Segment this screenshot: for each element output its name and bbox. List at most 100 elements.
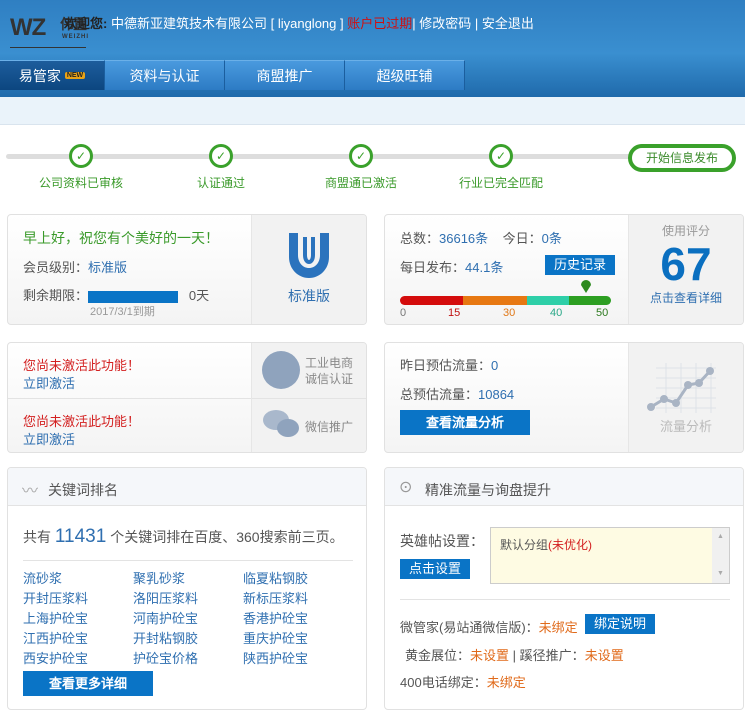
tab-label: 资料与认证	[129, 67, 200, 84]
gold-status[interactable]: 未设置	[470, 648, 509, 663]
scale-tick: 40	[550, 307, 563, 319]
main-nav: 易管家 NEW 资料与认证 商盟推广 超级旺铺	[0, 60, 465, 90]
traffic-side-label: 流量分析	[659, 419, 712, 434]
keyword-link[interactable]: 开封压浆料	[23, 588, 133, 607]
scale-tick: 0	[400, 307, 407, 319]
divider	[23, 560, 353, 561]
keyword-link[interactable]: 临夏粘钢胶	[243, 568, 353, 587]
check-icon: ✓	[209, 144, 233, 168]
keyword-list: 流砂浆 聚乳砂浆 临夏粘钢胶开封压浆料 洛阳压浆料 新标压浆料上海护砼宝 河南护砼宝 香港护…	[23, 568, 353, 667]
tab-business-alliance[interactable]: 商盟推广	[225, 60, 345, 90]
remain-bar	[88, 290, 179, 303]
panel-title: 精准流量与询盘提升	[425, 482, 551, 498]
phone-label: 400电话绑定：	[400, 675, 487, 690]
tab-yiguanjia[interactable]: 易管家 NEW	[0, 60, 105, 90]
keyword-link[interactable]: 重庆护砼宝	[243, 628, 353, 647]
yesterday-traffic: 0	[491, 358, 499, 373]
feature-activation-card: 您尚未激活此功能！ 立即激活 您尚未激活此功能！ 立即激活 工业电商 诚信认证 微…	[7, 342, 367, 453]
keyword-link[interactable]: 香港护砼宝	[243, 608, 353, 627]
count-suffix: 个关键词排在百度、360搜索前三页。	[110, 529, 344, 545]
step-alliance-activated: ✓ 商盟通已激活	[301, 144, 421, 191]
tab-profile-certification[interactable]: 资料与认证	[105, 60, 225, 90]
member-level: 标准版	[88, 260, 128, 275]
remain-label: 剩余期限：	[23, 288, 89, 303]
company-name: 中德新亚建筑技术有限公司	[110, 16, 267, 31]
activate-link[interactable]: 立即激活	[23, 373, 75, 392]
trend-icon: 〰	[22, 483, 39, 500]
group-status: (未优化)	[548, 538, 593, 552]
daily-count: 44.1条	[465, 260, 504, 275]
step-company-reviewed: ✓ 公司资料已审核	[21, 144, 141, 191]
logout-link[interactable]: 安全退出	[482, 16, 534, 31]
phone-status[interactable]: 未绑定	[487, 675, 526, 690]
expire-date: 2017/3/1到期	[90, 306, 155, 318]
wechat-label: 微管家(易站通微信版)：	[400, 620, 539, 635]
greeting: 早上好，祝您有个美好的一天！	[23, 230, 219, 246]
bind-instructions-button[interactable]: 绑定说明	[585, 614, 655, 634]
separator: |	[412, 16, 416, 31]
feature-warning: 您尚未激活此功能！	[23, 358, 141, 373]
click-set-button[interactable]: 点击设置	[400, 559, 470, 579]
feature-warning: 您尚未激活此功能！	[23, 414, 141, 429]
check-icon: ✓	[489, 144, 513, 168]
score-value: 67	[660, 238, 712, 290]
total-count: 36616条	[439, 231, 489, 246]
scale-tick: 50	[596, 307, 609, 319]
remain-bar-fill	[88, 290, 179, 303]
divider	[400, 599, 730, 600]
member-card: 早上好，祝您有个美好的一天！ 会员级别：标准版 剩余期限： 0天 2017/3/…	[7, 214, 367, 325]
edition-label: 标准版	[288, 288, 330, 304]
wechat-icon	[262, 408, 300, 440]
panel-header: 〰关键词排名	[8, 468, 366, 506]
keyword-link[interactable]: 流砂浆	[23, 568, 133, 587]
keyword-link[interactable]: 陕西护砼宝	[243, 648, 353, 667]
daily-label: 每日发布：	[400, 260, 466, 275]
publish-stats-card: 总数：36616条 今日：0条 每日发布：44.1条 历史记录 0 15 30 …	[384, 214, 744, 325]
edition-badge[interactable]: 标准版	[251, 215, 366, 324]
traffic-analysis-button[interactable]: 查看流量分析	[400, 410, 530, 435]
traffic-analysis-side[interactable]: 流量分析	[628, 343, 743, 452]
history-button[interactable]: 历史记录	[545, 255, 615, 275]
more-details-button[interactable]: 查看更多详细	[23, 671, 153, 696]
step-industry-matched: ✓ 行业已完全匹配	[441, 144, 561, 191]
keyword-link[interactable]: 护砼宝价格	[133, 648, 243, 667]
keyword-link[interactable]: 河南护砼宝	[133, 608, 243, 627]
keyword-link[interactable]: 洛阳压浆料	[133, 588, 243, 607]
scale-tick: 30	[503, 307, 516, 319]
score-detail-link[interactable]: 点击查看详细	[629, 289, 743, 306]
precise-traffic-panel: ⊙ 精准流量与询盘提升 英雄帖设置： 点击设置 默认分组(未优化) ▲ ▼ 微管家(…	[384, 467, 744, 710]
path-status[interactable]: 未设置	[585, 648, 624, 663]
account-status[interactable]: 账户已过期	[347, 16, 412, 31]
logo-text: WZ	[10, 14, 46, 41]
wechat-status: 未绑定	[538, 620, 578, 635]
keyword-link[interactable]: 上海护砼宝	[23, 608, 133, 627]
keyword-link[interactable]: 江西护砼宝	[23, 628, 133, 647]
check-icon: ✓	[69, 144, 93, 168]
score-label: 使用评分	[661, 224, 710, 238]
change-password-link[interactable]: 修改密码	[419, 16, 471, 31]
tab-label: 超级旺铺	[376, 67, 433, 84]
keyword-link[interactable]: 西安护砼宝	[23, 648, 133, 667]
group-name: 默认分组	[500, 538, 549, 552]
check-icon: ✓	[349, 144, 373, 168]
keyword-link[interactable]: 聚乳砂浆	[133, 568, 243, 587]
activate-link[interactable]: 立即激活	[23, 429, 75, 448]
start-publish-button[interactable]: 开始信息发布	[628, 144, 736, 172]
keyword-link[interactable]: 开封粘钢胶	[133, 628, 243, 647]
panel-header: ⊙ 精准流量与询盘提升	[385, 468, 743, 506]
keyword-link[interactable]: 新标压浆料	[243, 588, 353, 607]
daily-marker-icon	[580, 279, 592, 293]
username: [ liyanglong ]	[270, 16, 344, 31]
scrollbar[interactable]: ▲ ▼	[712, 528, 729, 583]
cursor-click-icon: ⊙	[399, 479, 413, 496]
keyword-count: 11431	[54, 526, 107, 547]
hero-group-list[interactable]: 默认分组(未优化) ▲ ▼	[490, 527, 730, 584]
hero-post-label: 英雄帖设置：	[400, 533, 484, 549]
tab-super-shop[interactable]: 超级旺铺	[345, 60, 465, 90]
feature-name: 微信推广	[305, 420, 354, 434]
total-traffic-label: 总预估流量：	[400, 387, 479, 402]
daily-scale-bar	[400, 296, 611, 305]
step-label: 公司资料已审核	[38, 176, 123, 190]
yesterday-label: 昨日预估流量：	[400, 358, 492, 373]
step-label: 商盟通已激活	[324, 176, 397, 190]
